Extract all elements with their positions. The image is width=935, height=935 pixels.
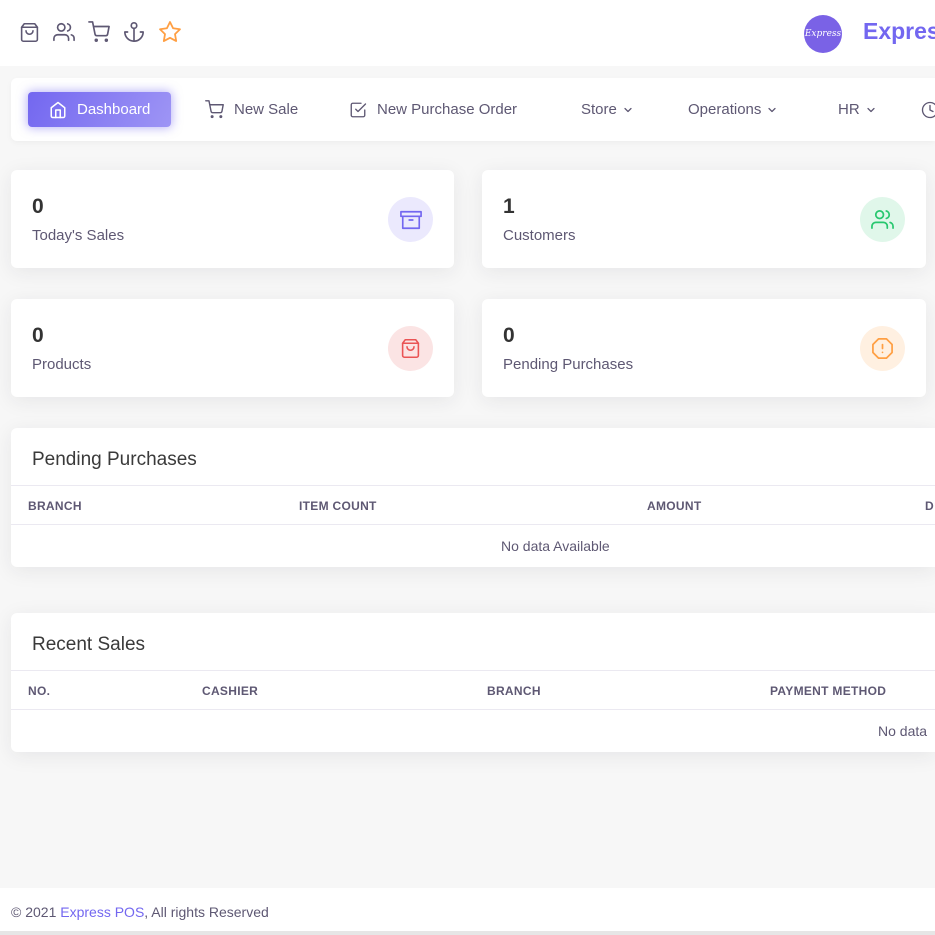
pending-purchases-table-card: Pending Purchases BRANCH ITEM COUNT AMOU… bbox=[11, 428, 935, 567]
chevron-down-icon bbox=[624, 107, 632, 112]
anchor-icon[interactable] bbox=[122, 20, 146, 44]
shopping-bag-icon bbox=[388, 326, 433, 371]
column-header[interactable]: ITEM COUNT bbox=[299, 499, 377, 513]
stat-card-customers: 1 Customers bbox=[482, 170, 926, 268]
nav-item-label: New Purchase Order bbox=[377, 101, 518, 118]
empty-state-text: No data Available bbox=[501, 538, 610, 554]
clock-icon bbox=[921, 101, 935, 118]
chevron-down-icon bbox=[867, 107, 875, 112]
alert-octagon-icon bbox=[860, 326, 905, 371]
shopping-bag-icon[interactable] bbox=[17, 20, 41, 44]
stat-value: 0 bbox=[503, 324, 515, 347]
nav-item-label: Operations bbox=[688, 101, 762, 118]
stat-value: 0 bbox=[32, 195, 44, 218]
stat-card-products: 0 Products bbox=[11, 299, 454, 397]
nav-item-new-purchase-order[interactable]: New Purchase Order bbox=[349, 92, 517, 127]
nav-item-operations[interactable]: Operations bbox=[688, 92, 778, 127]
archive-icon bbox=[388, 197, 433, 242]
stat-label: Customers bbox=[503, 227, 576, 244]
footer-brand-link[interactable]: Express POS bbox=[60, 904, 144, 920]
recent-sales-table-card: Recent Sales NO. CASHIER BRANCH PAYMENT … bbox=[11, 613, 935, 752]
users-icon[interactable] bbox=[52, 20, 76, 44]
nav-item-dashboard[interactable]: Dashboard bbox=[28, 92, 172, 127]
top-bar: Express Express bbox=[0, 0, 935, 66]
column-header[interactable]: AMOUNT bbox=[647, 499, 701, 513]
empty-state-text: No data bbox=[878, 723, 928, 739]
column-header[interactable]: BRANCH bbox=[28, 499, 82, 513]
footer: © 2021 Express POS, All rights Reserved bbox=[0, 888, 935, 935]
stat-label: Today's Sales bbox=[32, 227, 125, 244]
stat-value: 1 bbox=[503, 195, 515, 218]
shopping-cart-icon[interactable] bbox=[87, 20, 111, 44]
nav-item-label: Dashboard bbox=[77, 101, 151, 118]
column-header[interactable]: PAYMENT METHOD bbox=[770, 684, 886, 698]
column-header[interactable]: CASHIER bbox=[202, 684, 258, 698]
nav-item-new-sale[interactable]: New Sale bbox=[205, 92, 298, 127]
nav-item-label: HR bbox=[838, 101, 860, 118]
nav-item-store[interactable]: Store bbox=[581, 92, 634, 127]
copyright-prefix: © 2021 bbox=[11, 904, 61, 920]
copyright-suffix: , All rights Reserved bbox=[144, 904, 269, 920]
column-header[interactable]: D bbox=[925, 499, 934, 513]
table-header: NO. CASHIER BRANCH PAYMENT METHOD bbox=[11, 670, 935, 710]
table-header: BRANCH ITEM COUNT AMOUNT D bbox=[11, 485, 935, 525]
nav-item-more[interactable] bbox=[921, 92, 935, 127]
users-icon bbox=[860, 197, 905, 242]
stat-card-todays-sales: 0 Today's Sales bbox=[11, 170, 454, 268]
nav-item-hr[interactable]: HR bbox=[838, 92, 877, 127]
stat-label: Pending Purchases bbox=[503, 356, 634, 373]
table-title: Recent Sales bbox=[32, 634, 146, 655]
chevron-down-icon bbox=[768, 107, 776, 112]
star-icon[interactable] bbox=[158, 20, 182, 44]
nav-item-label: Store bbox=[581, 101, 617, 118]
stat-value: 0 bbox=[32, 324, 44, 347]
table-title: Pending Purchases bbox=[32, 449, 197, 470]
nav-item-label: New Sale bbox=[234, 101, 299, 118]
copyright-text: © 2021 Express POS, All rights Reserved bbox=[11, 904, 269, 920]
brand-name[interactable]: Express bbox=[863, 18, 935, 45]
shopping-cart-icon bbox=[205, 100, 224, 119]
stat-label: Products bbox=[32, 356, 92, 373]
check-square-icon bbox=[350, 102, 367, 117]
home-icon bbox=[50, 101, 66, 118]
main-navigation: Dashboard New Sale New Purchase Order St… bbox=[11, 78, 935, 141]
column-header[interactable]: BRANCH bbox=[487, 684, 541, 698]
column-header[interactable]: NO. bbox=[28, 684, 50, 698]
stat-card-pending-purchases: 0 Pending Purchases bbox=[482, 299, 926, 397]
brand-logo[interactable]: Express bbox=[804, 15, 842, 53]
